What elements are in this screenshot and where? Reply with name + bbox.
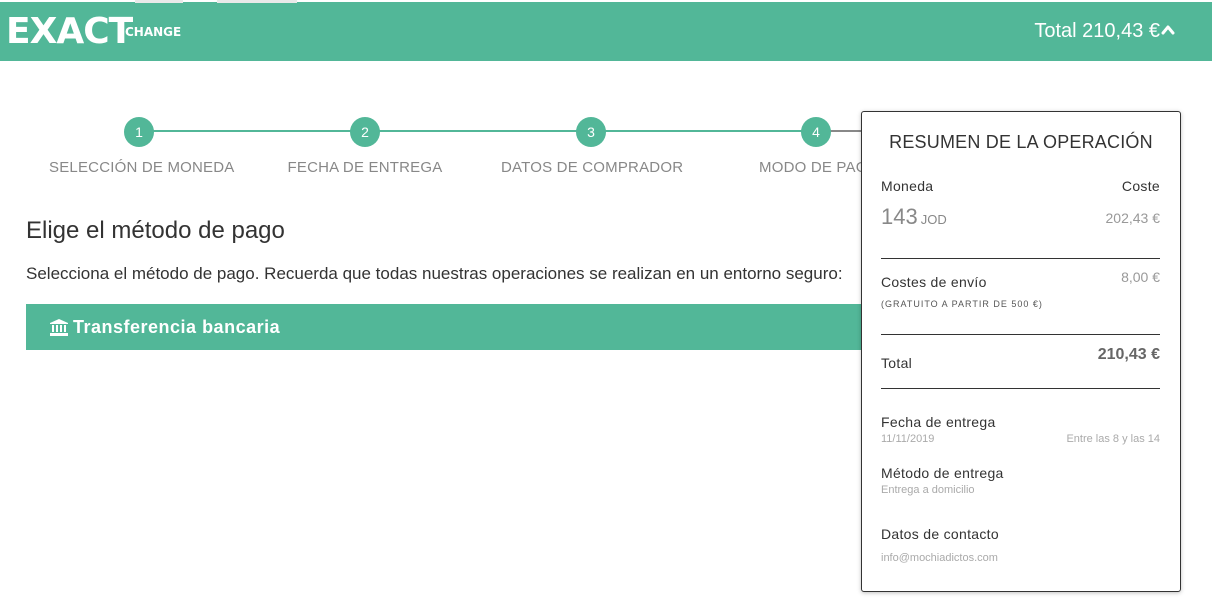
currency-code: JOD xyxy=(920,212,947,227)
currency-amount-value: 143 xyxy=(881,204,918,229)
delivery-window: Entre las 8 y las 14 xyxy=(1066,433,1160,445)
summary-divider xyxy=(881,334,1160,335)
total-label: Total xyxy=(881,355,913,371)
cost-label: Coste xyxy=(1121,178,1160,194)
header-total[interactable]: Total 210,43 € xyxy=(1034,20,1160,43)
logo-main-text: EXACT xyxy=(6,11,133,52)
operation-summary-panel: RESUMEN DE LA OPERACIÓN Moneda Coste 143… xyxy=(861,111,1181,592)
header-tab-indicator xyxy=(135,0,183,3)
step-2-label: FECHA DE ENTREGA xyxy=(287,159,443,176)
summary-divider xyxy=(881,388,1160,389)
header-tab-indicator xyxy=(217,0,297,3)
delivery-method-value: Entrega a domicilio xyxy=(881,484,975,496)
shipping-label: Costes de envío xyxy=(881,274,987,290)
step-1-label: SELECCIÓN DE MONEDA xyxy=(49,159,235,176)
delivery-method-label: Método de entrega xyxy=(881,465,1004,481)
step-4-label: MODO DE PAG xyxy=(759,159,868,176)
bank-transfer-label: Transferencia bancaria xyxy=(73,317,281,337)
logo-sub-text: CHANGE xyxy=(125,25,182,39)
summary-title: RESUMEN DE LA OPERACIÓN xyxy=(889,132,1153,152)
delivery-date-value: 11/11/2019 xyxy=(881,433,935,445)
summary-divider xyxy=(881,258,1160,259)
stepper-progress-line xyxy=(139,130,816,132)
currency-amount: 143 JOD xyxy=(881,204,947,230)
chevron-up-icon[interactable] xyxy=(1161,23,1175,37)
total-value: 210,43 € xyxy=(1097,346,1160,363)
cost-value: 202,43 € xyxy=(1105,210,1161,226)
step-4-circle[interactable]: 4 xyxy=(801,117,831,147)
shipping-note: (GRATUITO A PARTIR DE 500 €) xyxy=(881,299,1043,309)
top-header: EXACT CHANGE Total 210,43 € xyxy=(0,0,1212,61)
contact-email: info@mochiadictos.com xyxy=(881,552,998,564)
currency-label: Moneda xyxy=(881,178,934,194)
delivery-date-label: Fecha de entrega xyxy=(881,414,996,430)
bank-transfer-option[interactable]: Transferencia bancaria xyxy=(26,304,866,350)
bank-icon xyxy=(50,319,68,336)
step-1-circle[interactable]: 1 xyxy=(124,117,154,147)
step-3-label: DATOS DE COMPRADOR xyxy=(501,159,684,176)
step-3-circle[interactable]: 3 xyxy=(576,117,606,147)
page-title: Elige el método de pago xyxy=(26,217,285,244)
shipping-value: 8,00 € xyxy=(1121,269,1160,285)
contact-label: Datos de contacto xyxy=(881,526,999,542)
step-2-circle[interactable]: 2 xyxy=(350,117,380,147)
page-description: Selecciona el método de pago. Recuerda q… xyxy=(26,264,843,283)
